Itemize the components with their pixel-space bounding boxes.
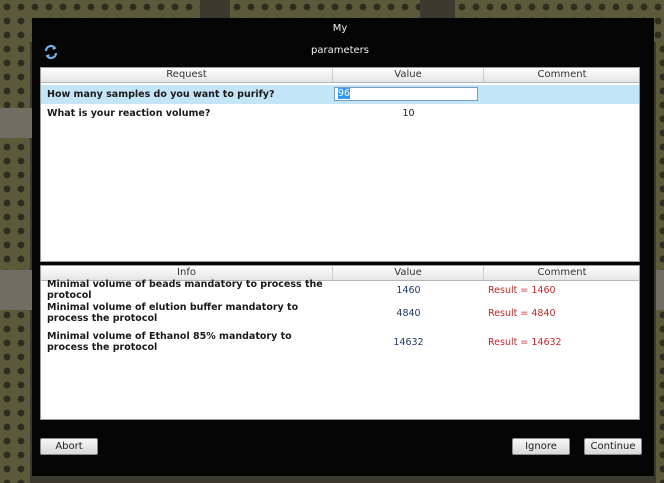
column-header-value[interactable]: Value [333, 266, 484, 280]
samples-input[interactable]: 96 [334, 87, 478, 101]
request-row[interactable]: What is your reaction volume? 10 [41, 105, 639, 122]
column-header-info[interactable]: Info [41, 266, 333, 280]
info-label: Minimal volume of Ethanol 85% mandatory … [47, 331, 292, 353]
request-grid-header: Request Value Comment [41, 68, 639, 83]
request-grid: Request Value Comment How many samples d… [40, 67, 640, 262]
request-question: What is your reaction volume? [47, 108, 211, 119]
request-comment [484, 85, 640, 104]
info-comment: Result = 4840 [488, 307, 556, 319]
request-row[interactable]: How many samples do you want to purify? … [41, 85, 639, 104]
plate-panel [656, 42, 664, 483]
info-value: 14632 [393, 336, 424, 348]
column-header-comment[interactable]: Comment [484, 68, 640, 82]
dialog-title: My parameters [303, 18, 377, 56]
info-comment: Result = 1460 [488, 284, 556, 296]
continue-button[interactable]: Continue [584, 438, 642, 455]
reaction-volume-value[interactable]: 10 [333, 105, 484, 122]
request-comment [484, 105, 640, 122]
request-question: How many samples do you want to purify? [47, 89, 275, 100]
info-comment: Result = 14632 [488, 336, 562, 348]
info-row: Minimal volume of elution buffer mandato… [41, 299, 639, 327]
abort-button[interactable]: Abort [40, 438, 98, 455]
info-row: Minimal volume of beads mandatory to pro… [41, 279, 639, 301]
column-header-value[interactable]: Value [333, 68, 484, 82]
plate-gap [0, 270, 32, 310]
samples-value: 96 [338, 88, 351, 99]
column-header-comment[interactable]: Comment [484, 266, 640, 280]
ignore-button[interactable]: Ignore [512, 438, 570, 455]
info-row: Minimal volume of Ethanol 85% mandatory … [41, 328, 639, 356]
info-grid: Info Value Comment Minimal volume of bea… [40, 265, 640, 420]
column-header-request[interactable]: Request [41, 68, 333, 82]
plate-gap [656, 270, 664, 310]
info-value: 1460 [396, 284, 421, 296]
info-label: Minimal volume of elution buffer mandato… [47, 302, 299, 324]
plate-gap [0, 108, 32, 138]
info-label: Minimal volume of beads mandatory to pro… [47, 279, 323, 301]
refresh-icon[interactable] [43, 44, 59, 60]
info-value: 4840 [396, 307, 421, 319]
